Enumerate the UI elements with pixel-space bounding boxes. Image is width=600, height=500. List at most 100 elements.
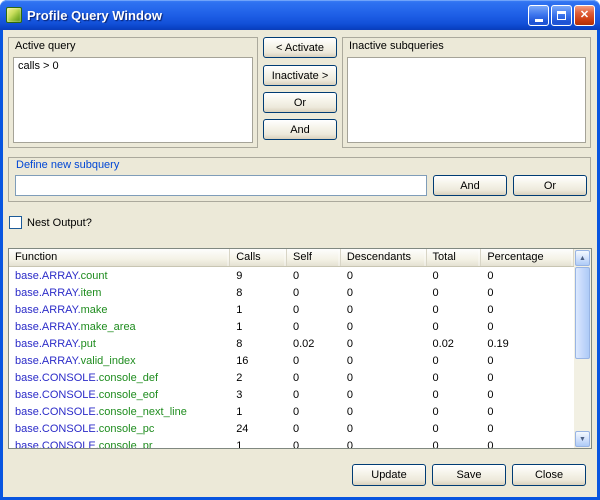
function-prefix: base.ARRAY. (15, 304, 81, 316)
table-row[interactable]: base.CONSOLE.console_def20000 (9, 369, 574, 386)
function-feature: make (81, 304, 108, 316)
table-header: Function Calls Self Descendants Total Pe… (9, 249, 574, 267)
table-row[interactable]: base.ARRAY.valid_index160000 (9, 352, 574, 369)
calls-cell: 8 (230, 338, 287, 350)
or-define-button[interactable]: Or (513, 175, 587, 196)
define-subquery-groupbox: Define new subquery And Or (8, 157, 591, 202)
self-cell: 0 (287, 406, 341, 418)
column-header-self[interactable]: Self (287, 249, 341, 266)
active-query-panel: Active query calls > 0 (8, 37, 258, 148)
column-header-percentage[interactable]: Percentage (481, 249, 574, 266)
descendants-cell: 0 (341, 355, 427, 367)
function-cell: base.ARRAY.item (9, 287, 230, 299)
function-feature: console_def (99, 372, 158, 384)
vertical-scrollbar[interactable]: ▲ ▼ (574, 249, 591, 448)
calls-cell: 3 (230, 389, 287, 401)
inactive-subqueries-label: Inactive subqueries (349, 40, 444, 52)
function-cell: base.ARRAY.put (9, 338, 230, 350)
profile-query-window: Profile Query Window ✕ Active query call… (0, 0, 600, 500)
total-cell: 0 (427, 270, 482, 282)
self-cell: 0.02 (287, 338, 341, 350)
nest-output-checkbox[interactable] (9, 216, 22, 229)
percentage-cell: 0 (481, 270, 574, 282)
close-dialog-button[interactable]: Close (512, 464, 586, 486)
table-row[interactable]: base.CONSOLE.console_eof30000 (9, 386, 574, 403)
function-cell: base.ARRAY.make_area (9, 321, 230, 333)
inactive-subqueries-panel: Inactive subqueries (342, 37, 591, 148)
self-cell: 0 (287, 423, 341, 435)
table-row[interactable]: base.ARRAY.count90000 (9, 267, 574, 284)
minimize-button[interactable] (528, 5, 549, 26)
function-cell: base.CONSOLE.console_next_line (9, 406, 230, 418)
table-row[interactable]: base.CONSOLE.console_pc240000 (9, 420, 574, 437)
column-header-function[interactable]: Function (9, 249, 230, 266)
and-define-button[interactable]: And (433, 175, 507, 196)
calls-cell: 24 (230, 423, 287, 435)
total-cell: 0 (427, 355, 482, 367)
function-prefix: base.CONSOLE. (15, 440, 99, 449)
function-prefix: base.ARRAY. (15, 270, 81, 282)
function-feature: valid_index (81, 355, 136, 367)
calls-cell: 2 (230, 372, 287, 384)
column-header-total[interactable]: Total (427, 249, 482, 266)
table-row[interactable]: base.ARRAY.put80.0200.020.19 (9, 335, 574, 352)
inactive-subqueries-list[interactable] (347, 57, 586, 143)
function-prefix: base.CONSOLE. (15, 423, 99, 435)
activate-button[interactable]: < Activate (263, 37, 337, 58)
function-prefix: base.ARRAY. (15, 355, 81, 367)
and-transfer-button[interactable]: And (263, 119, 337, 140)
descendants-cell: 0 (341, 321, 427, 333)
define-subquery-label: Define new subquery (16, 159, 119, 171)
percentage-cell: 0.19 (481, 338, 574, 350)
table-row[interactable]: base.ARRAY.make10000 (9, 301, 574, 318)
table-row[interactable]: base.CONSOLE.console_pr10000 (9, 437, 574, 448)
percentage-cell: 0 (481, 287, 574, 299)
scrollbar-thumb[interactable] (575, 267, 590, 359)
function-cell: base.ARRAY.count (9, 270, 230, 282)
percentage-cell: 0 (481, 321, 574, 333)
percentage-cell: 0 (481, 355, 574, 367)
descendants-cell: 0 (341, 406, 427, 418)
inactivate-button[interactable]: Inactivate > (263, 65, 337, 86)
percentage-cell: 0 (481, 372, 574, 384)
table-row[interactable]: base.ARRAY.item80000 (9, 284, 574, 301)
calls-cell: 16 (230, 355, 287, 367)
subquery-input[interactable] (15, 175, 427, 196)
self-cell: 0 (287, 321, 341, 333)
function-prefix: base.ARRAY. (15, 338, 81, 350)
titlebar[interactable]: Profile Query Window ✕ (0, 0, 600, 30)
maximize-icon (557, 11, 566, 20)
nest-output-row[interactable]: Nest Output? (9, 216, 92, 229)
scroll-up-icon: ▲ (579, 255, 586, 262)
column-header-descendants[interactable]: Descendants (341, 249, 427, 266)
table-row[interactable]: base.CONSOLE.console_next_line10000 (9, 403, 574, 420)
active-query-item[interactable]: calls > 0 (18, 60, 248, 72)
self-cell: 0 (287, 270, 341, 282)
results-table-content: Function Calls Self Descendants Total Pe… (9, 249, 574, 448)
close-icon: ✕ (580, 10, 589, 21)
column-header-calls[interactable]: Calls (230, 249, 287, 266)
scroll-up-button[interactable]: ▲ (575, 250, 590, 266)
update-button[interactable]: Update (352, 464, 426, 486)
calls-cell: 1 (230, 304, 287, 316)
close-button[interactable]: ✕ (574, 5, 595, 26)
function-feature: console_pr (99, 440, 153, 449)
total-cell: 0 (427, 406, 482, 418)
scroll-down-button[interactable]: ▼ (575, 431, 590, 447)
active-query-list[interactable]: calls > 0 (13, 57, 253, 143)
function-feature: item (81, 287, 102, 299)
save-button[interactable]: Save (432, 464, 506, 486)
or-transfer-button[interactable]: Or (263, 92, 337, 113)
function-feature: count (81, 270, 108, 282)
descendants-cell: 0 (341, 423, 427, 435)
function-prefix: base.ARRAY. (15, 287, 81, 299)
function-prefix: base.CONSOLE. (15, 372, 99, 384)
descendants-cell: 0 (341, 389, 427, 401)
calls-cell: 1 (230, 406, 287, 418)
maximize-button[interactable] (551, 5, 572, 26)
table-row[interactable]: base.ARRAY.make_area10000 (9, 318, 574, 335)
self-cell: 0 (287, 440, 341, 449)
function-prefix: base.CONSOLE. (15, 406, 99, 418)
descendants-cell: 0 (341, 338, 427, 350)
percentage-cell: 0 (481, 406, 574, 418)
